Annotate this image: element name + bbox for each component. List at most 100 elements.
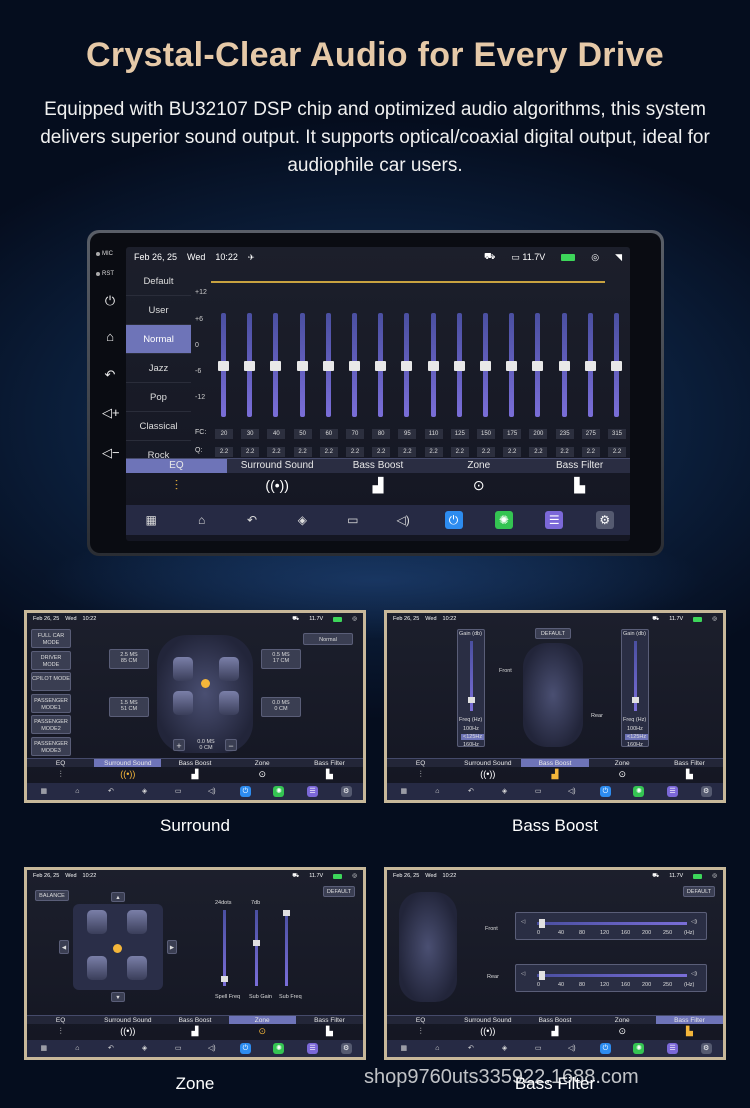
eq-band-frequency[interactable]: 95 [398, 429, 417, 439]
preset-user[interactable]: User [126, 296, 191, 325]
apps-icon[interactable]: ▦ [398, 786, 409, 797]
equalizer-icon[interactable]: ⫶ [387, 1024, 454, 1038]
power-icon[interactable]: ⏻ [102, 293, 118, 309]
tab-bass-filter[interactable]: Bass Filter [655, 1016, 723, 1024]
zone-icon[interactable]: ⊙ [428, 473, 529, 498]
brightness-icon[interactable]: ✺ [633, 786, 645, 797]
apps-icon[interactable]: ▦ [38, 1043, 49, 1054]
equalizer-icon[interactable]: ⫶ [27, 1024, 94, 1038]
tab-zone[interactable]: Zone [228, 1016, 296, 1024]
preset-select[interactable]: DEFAULT [323, 886, 355, 897]
tab-bass-boost[interactable]: Bass Boost [161, 1016, 229, 1024]
eq-band-q[interactable]: 2.2 [293, 447, 312, 457]
eq-band-frequency[interactable]: 80 [372, 429, 391, 439]
home-icon[interactable]: ⌂ [72, 786, 83, 797]
back-icon[interactable]: ↶ [243, 511, 261, 529]
preset-default[interactable]: Default [126, 267, 191, 296]
eq-band-frequency[interactable]: 110 [424, 429, 443, 439]
eq-band-frequency[interactable]: 70 [346, 429, 364, 439]
home-icon[interactable]: ⌂ [432, 786, 443, 797]
eq-band-knob[interactable] [611, 361, 622, 371]
eq-band-q[interactable]: 2.2 [215, 447, 233, 457]
eq-band-q[interactable]: 2.2 [267, 447, 286, 457]
tab-bass-boost[interactable]: Bass Boost [521, 1016, 589, 1024]
gear-icon[interactable]: ⚙ [700, 1043, 712, 1054]
tab-surround-sound[interactable]: Surround Sound [454, 759, 522, 767]
gear-icon[interactable]: ⚙ [595, 511, 614, 529]
delay-front-left[interactable]: 2.5 MS 85 CM [109, 649, 149, 669]
eq-band-slider[interactable] [453, 313, 465, 417]
eq-band-slider[interactable] [349, 313, 360, 417]
home-icon[interactable]: ⌂ [193, 511, 211, 529]
screen-icon[interactable]: ▭ [173, 1043, 184, 1054]
tab-eq[interactable]: EQ [27, 759, 95, 767]
tab-zone[interactable]: Zone [588, 759, 656, 767]
eq-band-frequency[interactable]: 40 [267, 429, 286, 439]
eq-band-slider[interactable] [244, 313, 256, 417]
eq-band-q[interactable]: 2.2 [608, 447, 626, 457]
home-icon[interactable]: ⌂ [102, 329, 118, 345]
eq-band-knob[interactable] [558, 361, 570, 371]
eq-band-frequency[interactable]: 60 [319, 429, 338, 439]
tab-zone[interactable]: Zone [428, 459, 530, 473]
eq-band-slider[interactable] [218, 313, 229, 417]
tab-surround-sound[interactable]: Surround Sound [226, 459, 328, 473]
volume-up-icon[interactable]: ◁+ [102, 405, 120, 421]
eq-band-frequency[interactable]: 275 [581, 429, 600, 439]
eq-band-q[interactable]: 2.2 [424, 447, 443, 457]
delay-front-right[interactable]: 0.5 MS 17 CM [261, 649, 301, 669]
eq-band-slider[interactable] [480, 313, 491, 417]
power-icon[interactable]: ⏻ [239, 786, 251, 797]
eq-band-q[interactable]: 2.2 [346, 447, 364, 457]
tab-bass-filter[interactable]: Bass Filter [655, 759, 723, 767]
preset-select[interactable]: DEFAULT [683, 886, 715, 897]
mode-item[interactable]: PASSENGER MODE2 [31, 715, 71, 734]
home-icon[interactable]: ⌂ [432, 1043, 443, 1054]
tab-bass-filter[interactable]: Bass Filter [295, 759, 363, 767]
mode-item[interactable]: CPILOT MODE [31, 672, 71, 691]
eq-band-frequency[interactable]: 20 [215, 429, 233, 439]
tab-bass-filter[interactable]: Bass Filter [295, 1016, 363, 1024]
tab-zone[interactable]: Zone [228, 759, 296, 767]
brightness-icon[interactable]: ✺ [494, 511, 513, 529]
eq-band-knob[interactable] [453, 361, 465, 371]
layers-icon[interactable]: ◈ [139, 786, 150, 797]
tab-surround-sound[interactable]: Surround Sound [94, 759, 162, 767]
eq-band-q[interactable]: 2.2 [581, 447, 600, 457]
settings-toggle-icon[interactable]: ☰ [667, 1043, 679, 1054]
delay-rear-right[interactable]: 0.0 MS 0 CM [261, 697, 301, 717]
eq-band-q[interactable]: 2.2 [450, 447, 469, 457]
eq-band-frequency[interactable]: 315 [608, 429, 626, 439]
chevron-up-icon[interactable]: ▲ [111, 892, 125, 902]
eq-band-knob[interactable] [532, 361, 544, 371]
equalizer-icon[interactable]: ⫶ [126, 473, 227, 498]
mode-item[interactable]: PASSENGER MODE1 [31, 693, 71, 713]
equalizer-icon[interactable]: ⫶ [27, 767, 94, 781]
eq-band-slider[interactable] [611, 313, 622, 417]
eq-band-frequency[interactable]: 30 [241, 429, 260, 439]
eq-band-frequency[interactable]: 200 [529, 429, 548, 439]
eq-band-slider[interactable] [558, 313, 570, 417]
bass-boost-icon[interactable]: ▟ [161, 767, 228, 781]
gear-icon[interactable]: ⚙ [340, 786, 352, 797]
screen-icon[interactable]: ▭ [344, 511, 362, 529]
settings-toggle-icon[interactable]: ☰ [307, 786, 319, 797]
chevron-left-icon[interactable]: ◀ [59, 940, 69, 954]
eq-band-knob[interactable] [244, 361, 256, 371]
volume-down-icon[interactable]: ◁− [102, 445, 120, 461]
screen-icon[interactable]: ▭ [533, 1043, 544, 1054]
apps-icon[interactable]: ▦ [398, 1043, 409, 1054]
eq-band-q[interactable]: 2.2 [372, 447, 391, 457]
power-icon[interactable]: ⏻ [444, 511, 463, 529]
eq-band-slider[interactable] [427, 313, 439, 417]
eq-band-slider[interactable] [375, 313, 387, 417]
increase-button[interactable]: − [225, 739, 237, 751]
eq-band-frequency[interactable]: 125 [450, 429, 469, 439]
tab-surround-sound[interactable]: Surround Sound [94, 1016, 162, 1024]
brightness-icon[interactable]: ✺ [273, 786, 285, 797]
zone-icon[interactable]: ⊙ [589, 767, 656, 781]
gear-icon[interactable]: ⚙ [700, 786, 712, 797]
bass-boost-icon[interactable]: ▟ [521, 767, 588, 781]
eq-band-knob[interactable] [584, 361, 596, 371]
back-icon[interactable]: ↶ [105, 1043, 116, 1054]
